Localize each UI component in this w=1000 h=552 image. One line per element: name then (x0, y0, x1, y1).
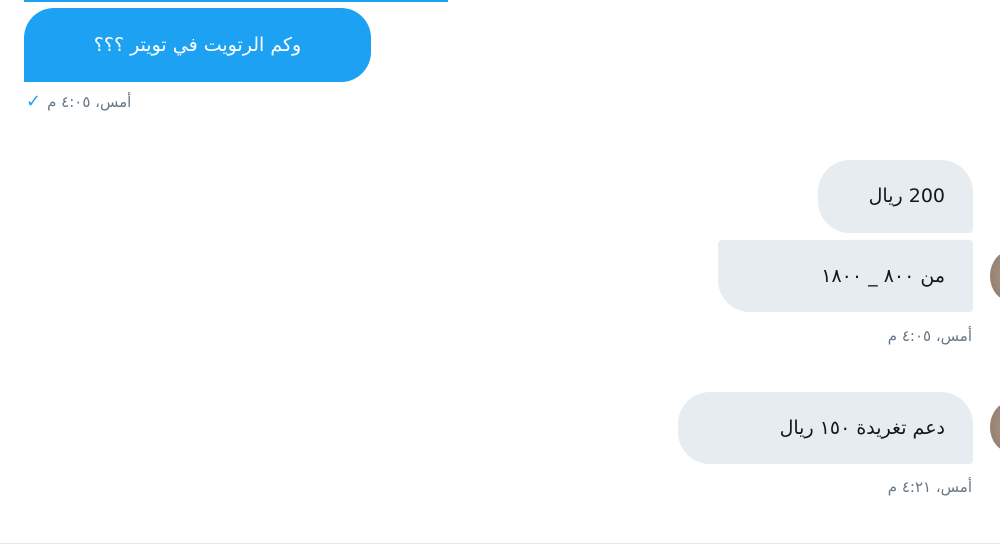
received-message-bubble[interactable]: 200 ريال (818, 160, 973, 233)
sent-message-meta: ✓ أمس، ٤:٠٥ م (26, 92, 131, 112)
received-message-timestamp: أمس، ٤:٢١ م (887, 478, 972, 496)
received-message-text: دعم تغريدة ١٥٠ ريال (779, 416, 945, 439)
received-message-text: 200 ريال (868, 185, 945, 207)
divider (0, 543, 1000, 544)
received-message-timestamp: أمس، ٤:٠٥ م (887, 327, 972, 345)
received-message-bubble[interactable]: من ٨٠٠ _ ١٨٠٠ (718, 240, 973, 312)
sent-message-bubble[interactable]: وكم الرتويت في تويتر ؟؟؟ (24, 8, 371, 82)
avatar[interactable] (990, 251, 1000, 301)
received-message-text: من ٨٠٠ _ ١٨٠٠ (821, 264, 945, 287)
received-message-bubble[interactable]: دعم تغريدة ١٥٠ ريال (678, 392, 973, 464)
sent-message-timestamp: أمس، ٤:٠٥ م (47, 93, 132, 111)
sent-message-text: وكم الرتويت في تويتر ؟؟؟ (93, 33, 302, 56)
previous-message-edge (24, 0, 448, 2)
avatar[interactable] (990, 402, 1000, 452)
check-icon: ✓ (26, 91, 42, 112)
